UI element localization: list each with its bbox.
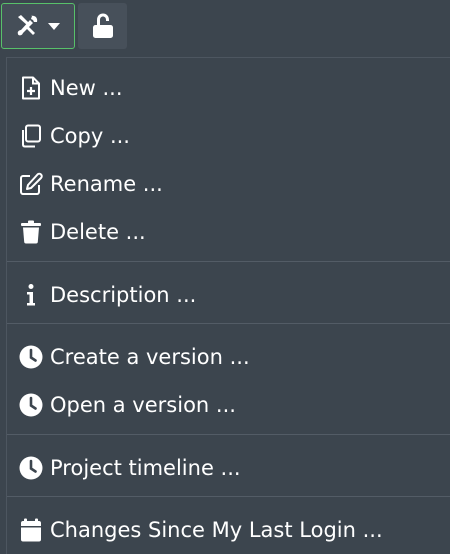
tools-dropdown-button[interactable] (1, 3, 75, 49)
menu-item-copy[interactable]: Copy ... (7, 116, 450, 156)
tools-icon (15, 13, 41, 39)
menu-item-description[interactable]: Description ... (7, 275, 450, 315)
toolbar (0, 0, 450, 56)
lock-button[interactable] (78, 3, 127, 49)
menu-divider (7, 261, 450, 262)
clock-icon (19, 345, 43, 369)
file-plus-icon (19, 76, 43, 100)
menu-item-changes-since-last-login[interactable]: Changes Since My Last Login ... (7, 510, 450, 550)
menu-divider (7, 496, 450, 497)
clock-icon (19, 456, 43, 480)
menu-item-label: Changes Since My Last Login ... (50, 518, 383, 542)
unlocked-padlock-icon (91, 13, 115, 39)
clock-icon (19, 393, 43, 417)
menu-item-rename[interactable]: Rename ... (7, 164, 450, 204)
menu-item-label: Project timeline ... (50, 456, 241, 480)
menu-item-label: Rename ... (50, 172, 163, 196)
project-tools-panel: New ... Copy ... Rename ... Delete ... D… (0, 0, 450, 554)
copy-icon (19, 124, 43, 148)
menu-item-label: Open a version ... (50, 393, 236, 417)
menu-item-label: Copy ... (50, 124, 130, 148)
trash-icon (19, 220, 43, 244)
menu-item-label: Delete ... (50, 220, 146, 244)
calendar-icon (19, 518, 43, 542)
menu-item-label: New ... (50, 76, 123, 100)
edit-icon (19, 172, 43, 196)
menu-divider (7, 434, 450, 435)
menu-item-new[interactable]: New ... (7, 68, 450, 108)
menu-item-delete[interactable]: Delete ... (7, 212, 450, 252)
menu-item-label: Create a version ... (50, 345, 250, 369)
caret-down-icon (47, 21, 61, 31)
menu-divider (7, 323, 450, 324)
menu-item-open-version[interactable]: Open a version ... (7, 385, 450, 425)
menu-item-project-timeline[interactable]: Project timeline ... (7, 448, 450, 488)
menu-item-label: Description ... (50, 283, 197, 307)
info-icon (19, 283, 43, 307)
tools-dropdown-menu: New ... Copy ... Rename ... Delete ... D… (6, 57, 450, 554)
menu-item-create-version[interactable]: Create a version ... (7, 337, 450, 377)
